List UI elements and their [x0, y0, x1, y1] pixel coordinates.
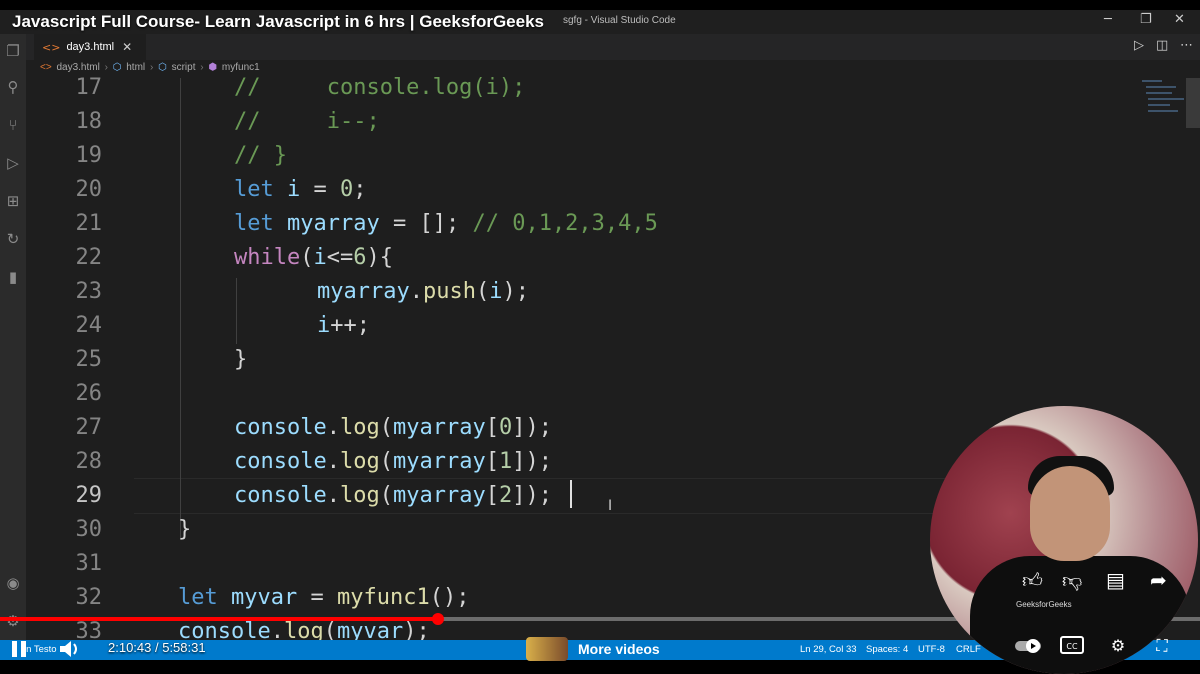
breadcrumb-item-function[interactable]: myfunc1	[222, 62, 260, 73]
code-line: // i--;	[234, 109, 380, 134]
volume-icon[interactable]	[58, 640, 82, 658]
shirt-logo-text: GeeksforGeeks	[1016, 600, 1072, 609]
split-editor-icon[interactable]: ◫	[1156, 38, 1168, 53]
extensions-icon[interactable]: ⊞	[0, 192, 26, 210]
more-videos-label: More videos	[578, 641, 660, 657]
line-number: 32	[75, 585, 103, 610]
scrollbar-thumb[interactable]	[1186, 78, 1200, 128]
code-line: let myvar = myfunc1();	[178, 585, 470, 610]
line-number: 19	[75, 143, 103, 168]
minimize-icon[interactable]: ─	[1104, 12, 1112, 27]
files-icon[interactable]: ❐	[0, 42, 26, 60]
presenter-face	[1030, 466, 1110, 561]
svg-text:CC: CC	[1066, 642, 1078, 651]
pause-button[interactable]	[8, 639, 30, 659]
code-line: while(i<=6){	[234, 245, 393, 270]
like-icon[interactable]: 👍︎	[1022, 568, 1043, 593]
settings-button[interactable]: ⚙	[1104, 636, 1132, 660]
pause-icon	[12, 641, 17, 657]
line-number: 23	[75, 279, 103, 304]
fullscreen-icon: ⛶	[1156, 636, 1168, 655]
settings-gear-icon[interactable]: ⚙	[0, 612, 26, 630]
code-line: }	[234, 347, 248, 372]
function-icon: ⬢	[208, 62, 218, 73]
autoplay-icon	[1015, 639, 1041, 653]
line-number: 21	[75, 211, 103, 236]
fullscreen-button[interactable]: ⛶	[1148, 636, 1176, 660]
settings-gear-icon: ⚙	[1110, 636, 1126, 655]
captions-button[interactable]: CC	[1058, 636, 1086, 660]
presenter-webcam: GeeksforGeeks	[930, 406, 1198, 674]
share-icon[interactable]: ➦	[1150, 568, 1167, 592]
line-number: 26	[75, 381, 103, 406]
tab-label: day3.html	[66, 41, 115, 53]
line-number: 24	[75, 313, 103, 338]
remote-icon[interactable]: ↻	[0, 230, 26, 248]
indent-guide	[180, 78, 181, 538]
tab-close-icon[interactable]: ✕	[122, 40, 132, 54]
activity-bar: ❐ ⚲ ⑂ ▷ ⊞ ↻ ▮ ◉ ⚙	[0, 34, 26, 640]
video-progress-played	[0, 617, 438, 621]
pause-icon	[21, 641, 26, 657]
more-videos-button[interactable]: More videos	[526, 636, 660, 662]
code-line: console.log(myarray[0]);	[234, 415, 552, 440]
search-icon[interactable]: ⚲	[0, 78, 26, 96]
status-encoding[interactable]: UTF-8	[918, 644, 945, 655]
video-scrubber-handle[interactable]	[432, 613, 444, 625]
breadcrumb-item-html[interactable]: html	[126, 62, 145, 73]
more-actions-icon[interactable]: ⋯	[1180, 38, 1193, 53]
line-number: 17	[75, 75, 103, 100]
code-line: let myarray = []; // 0,1,2,3,4,5	[234, 211, 658, 236]
breadcrumb-item-script[interactable]: script	[172, 62, 196, 73]
chevron-right-icon: ›	[149, 62, 154, 73]
captions-icon: CC	[1060, 636, 1084, 654]
status-cursor-position[interactable]: Ln 29, Col 33	[800, 644, 857, 655]
code-line: myarray.push(i);	[317, 279, 529, 304]
run-icon[interactable]: ▷	[1134, 38, 1144, 53]
line-number: 31	[75, 551, 103, 576]
comments-icon[interactable]: ▤	[1106, 568, 1125, 592]
chevron-right-icon: ›	[200, 62, 204, 73]
video-time-display: 2:10:43 / 5:58:31	[108, 640, 206, 655]
autoplay-toggle[interactable]	[1014, 636, 1042, 660]
line-number: 22	[75, 245, 103, 270]
chart-icon[interactable]: ▮	[0, 268, 26, 286]
line-number: 27	[75, 415, 103, 440]
source-control-icon[interactable]: ⑂	[0, 116, 26, 134]
tab-day3-html[interactable]: <> day3.html ✕	[34, 34, 146, 60]
code-line: // console.log(i);	[234, 75, 526, 100]
line-number: 30	[75, 517, 103, 542]
more-videos-thumbnail	[526, 637, 568, 661]
code-line: let i = 0;	[234, 177, 367, 202]
line-number: 28	[75, 449, 103, 474]
line-number: 20	[75, 177, 103, 202]
video-title[interactable]: Javascript Full Course- Learn Javascript…	[12, 12, 544, 32]
element-icon: ⬡	[112, 62, 122, 73]
breadcrumb-item-file[interactable]: day3.html	[56, 62, 99, 73]
account-icon[interactable]: ◉	[0, 574, 26, 592]
element-icon: ⬡	[158, 62, 167, 73]
maximize-icon[interactable]: ❐	[1140, 12, 1152, 27]
html-file-icon: <>	[42, 40, 61, 54]
code-line: }	[178, 517, 192, 542]
code-line: console.log(myarray[2]);	[234, 483, 552, 508]
line-number-active: 29	[75, 483, 103, 508]
close-window-icon[interactable]: ✕	[1174, 12, 1185, 27]
code-line: console.log(myarray[1]);	[234, 449, 552, 474]
indent-guide	[236, 278, 237, 344]
status-indentation[interactable]: Spaces: 4	[866, 644, 908, 655]
text-cursor	[570, 480, 572, 508]
editor-tab-bar: <> day3.html ✕	[26, 34, 1200, 60]
code-line: // }	[234, 143, 287, 168]
mouse-ibeam-icon: I	[608, 498, 613, 514]
html-file-icon: <>	[40, 62, 52, 73]
dislike-icon[interactable]: 👎︎	[1062, 568, 1082, 593]
line-number: 25	[75, 347, 103, 372]
top-black-bar	[0, 0, 1200, 10]
line-number: 18	[75, 109, 103, 134]
run-debug-icon[interactable]: ▷	[0, 154, 26, 172]
vscode-window-title: sgfg - Visual Studio Code	[563, 15, 676, 26]
chevron-right-icon: ›	[104, 62, 108, 73]
code-line: i++;	[317, 313, 370, 338]
